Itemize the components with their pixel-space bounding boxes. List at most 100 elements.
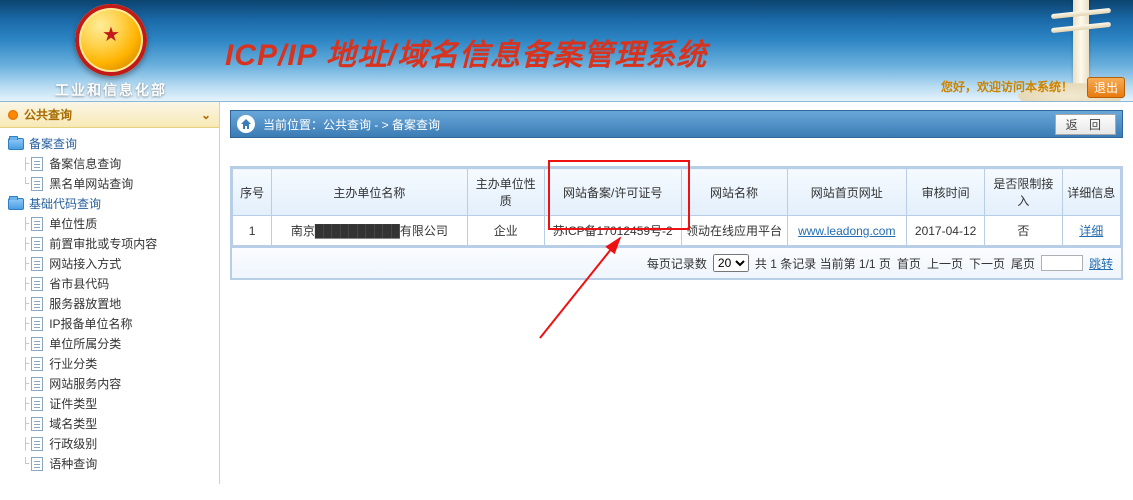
pager-last[interactable]: 尾页	[1011, 255, 1035, 272]
sidebar-item-unit-nature[interactable]: ├单位性质	[0, 214, 219, 234]
cell-nature: 企业	[467, 216, 544, 246]
sidebar-item-pre-approval[interactable]: ├前置审批或专项内容	[0, 234, 219, 254]
file-icon	[31, 177, 43, 191]
site-title: ICP/IP 地址/域名信息备案管理系统	[225, 30, 707, 74]
cell-sponsor: 南京██████████有限公司	[272, 216, 467, 246]
pager-prev[interactable]: 上一页	[927, 255, 963, 272]
cell-seq: 1	[233, 216, 272, 246]
sidebar-item-admin-level[interactable]: ├行政级别	[0, 434, 219, 454]
cell-audit-time: 2017-04-12	[906, 216, 984, 246]
file-icon	[31, 157, 43, 171]
pager-summary: 共 1 条记录 当前第 1/1 页	[755, 255, 891, 272]
pager-first[interactable]: 首页	[897, 255, 921, 272]
table-row: 1 南京██████████有限公司 企业 苏ICP备17012459号-2 领…	[233, 216, 1121, 246]
cell-restricted: 否	[985, 216, 1062, 246]
sidebar-item-record-info-query[interactable]: ├备案信息查询	[0, 154, 219, 174]
th-site-name: 网站名称	[681, 169, 787, 216]
th-restricted: 是否限制接入	[985, 169, 1062, 216]
file-icon	[31, 437, 43, 451]
sidebar-item-label: 行业分类	[49, 354, 97, 374]
sidebar-item-label: 单位性质	[49, 214, 97, 234]
file-icon	[31, 277, 43, 291]
sidebar-item-label: 前置审批或专项内容	[49, 234, 157, 254]
th-seq: 序号	[233, 169, 272, 216]
th-audit-time: 审核时间	[906, 169, 984, 216]
sidebar-item-label: 网站服务内容	[49, 374, 121, 394]
welcome-text: 您好，欢迎访问本系统！	[941, 78, 1073, 95]
sidebar-item-service-content[interactable]: ├网站服务内容	[0, 374, 219, 394]
national-emblem-icon	[75, 4, 147, 76]
file-icon	[31, 417, 43, 431]
file-icon	[31, 397, 43, 411]
breadcrumb-path: 公共查询 - > 备案查询	[323, 116, 440, 133]
sidebar-item-ip-report-unit[interactable]: ├IP报备单位名称	[0, 314, 219, 334]
sidebar-item-blacklist-query[interactable]: └黑名单网站查询	[0, 174, 219, 194]
sidebar-item-label: IP报备单位名称	[49, 314, 132, 334]
back-button[interactable]: 返 回	[1055, 114, 1116, 135]
home-icon[interactable]	[237, 115, 255, 133]
sidebar-tree: 备案查询 ├备案信息查询 └黑名单网站查询 基础代码查询 ├单位性质 ├前置审批…	[0, 128, 219, 484]
sidebar-item-region-code[interactable]: ├省市县代码	[0, 274, 219, 294]
th-nature: 主办单位性质	[467, 169, 544, 216]
th-detail: 详细信息	[1062, 169, 1120, 216]
org-emblem-block: 工业和信息化部	[55, 4, 167, 100]
header: 工业和信息化部 ICP/IP 地址/域名信息备案管理系统 您好，欢迎访问本系统！…	[0, 0, 1133, 102]
sidebar-item-unit-category[interactable]: ├单位所属分类	[0, 334, 219, 354]
file-icon	[31, 337, 43, 351]
sidebar-section-title: 公共查询	[24, 102, 72, 128]
pager: 每页记录数 20 共 1 条记录 当前第 1/1 页 首页 上一页 下一页 尾页…	[230, 248, 1123, 280]
folder-icon	[8, 198, 24, 210]
sidebar-item-label: 省市县代码	[49, 274, 109, 294]
results-table: 序号 主办单位名称 主办单位性质 网站备案/许可证号 网站名称 网站首页网址 审…	[230, 166, 1123, 248]
cell-license: 苏ICP备17012459号-2	[544, 216, 681, 246]
sidebar-item-domain-type[interactable]: ├域名类型	[0, 414, 219, 434]
folder-icon	[8, 138, 24, 150]
per-page-select[interactable]: 20	[713, 254, 749, 272]
cell-home-url: www.leadong.com	[787, 216, 906, 246]
pager-next[interactable]: 下一页	[969, 255, 1005, 272]
sidebar-item-label: 服务器放置地	[49, 294, 121, 314]
cell-site-name: 领动在线应用平台	[681, 216, 787, 246]
breadcrumb-prefix: 当前位置：	[263, 116, 323, 133]
cell-detail: 详细	[1062, 216, 1120, 246]
sidebar-item-label: 备案信息查询	[49, 154, 121, 174]
chevron-down-icon: ⌄	[201, 102, 211, 128]
sidebar-item-basic-code-query[interactable]: 基础代码查询	[0, 194, 219, 214]
file-icon	[31, 257, 43, 271]
pager-jump[interactable]: 跳转	[1089, 255, 1113, 272]
sidebar-item-label: 备案查询	[29, 134, 77, 154]
th-license: 网站备案/许可证号	[544, 169, 681, 216]
table-header-row: 序号 主办单位名称 主办单位性质 网站备案/许可证号 网站名称 网站首页网址 审…	[233, 169, 1121, 216]
sidebar-item-record-query[interactable]: 备案查询	[0, 134, 219, 154]
sidebar-section-header[interactable]: 公共查询 ⌄	[0, 102, 219, 128]
file-icon	[31, 237, 43, 251]
sidebar-item-label: 单位所属分类	[49, 334, 121, 354]
sidebar: 公共查询 ⌄ 备案查询 ├备案信息查询 └黑名单网站查询 基础代码查询 ├单位性…	[0, 102, 220, 484]
sidebar-item-server-location[interactable]: ├服务器放置地	[0, 294, 219, 314]
bullet-icon	[8, 110, 18, 120]
sidebar-item-label: 域名类型	[49, 414, 97, 434]
file-icon	[31, 297, 43, 311]
sidebar-item-label: 基础代码查询	[29, 194, 101, 214]
goto-page-input[interactable]	[1041, 255, 1083, 271]
logout-button[interactable]: 退出	[1087, 77, 1125, 98]
sidebar-item-label: 证件类型	[49, 394, 97, 414]
sidebar-item-industry[interactable]: ├行业分类	[0, 354, 219, 374]
main: 当前位置： 公共查询 - > 备案查询 返 回 序号 主办单位名称 主办单位性质…	[220, 102, 1133, 484]
sidebar-item-access-method[interactable]: ├网站接入方式	[0, 254, 219, 274]
home-url-link[interactable]: www.leadong.com	[798, 224, 895, 238]
sidebar-item-label: 语种查询	[49, 454, 97, 474]
sidebar-item-label: 行政级别	[49, 434, 97, 454]
file-icon	[31, 317, 43, 331]
file-icon	[31, 217, 43, 231]
breadcrumb: 当前位置： 公共查询 - > 备案查询 返 回	[230, 110, 1123, 138]
file-icon	[31, 377, 43, 391]
file-icon	[31, 457, 43, 471]
per-page-label: 每页记录数	[647, 255, 707, 272]
sidebar-item-id-type[interactable]: ├证件类型	[0, 394, 219, 414]
detail-link[interactable]: 详细	[1079, 224, 1103, 238]
th-home-url: 网站首页网址	[787, 169, 906, 216]
sidebar-item-language[interactable]: └语种查询	[0, 454, 219, 474]
org-label: 工业和信息化部	[55, 80, 167, 100]
sidebar-item-label: 网站接入方式	[49, 254, 121, 274]
